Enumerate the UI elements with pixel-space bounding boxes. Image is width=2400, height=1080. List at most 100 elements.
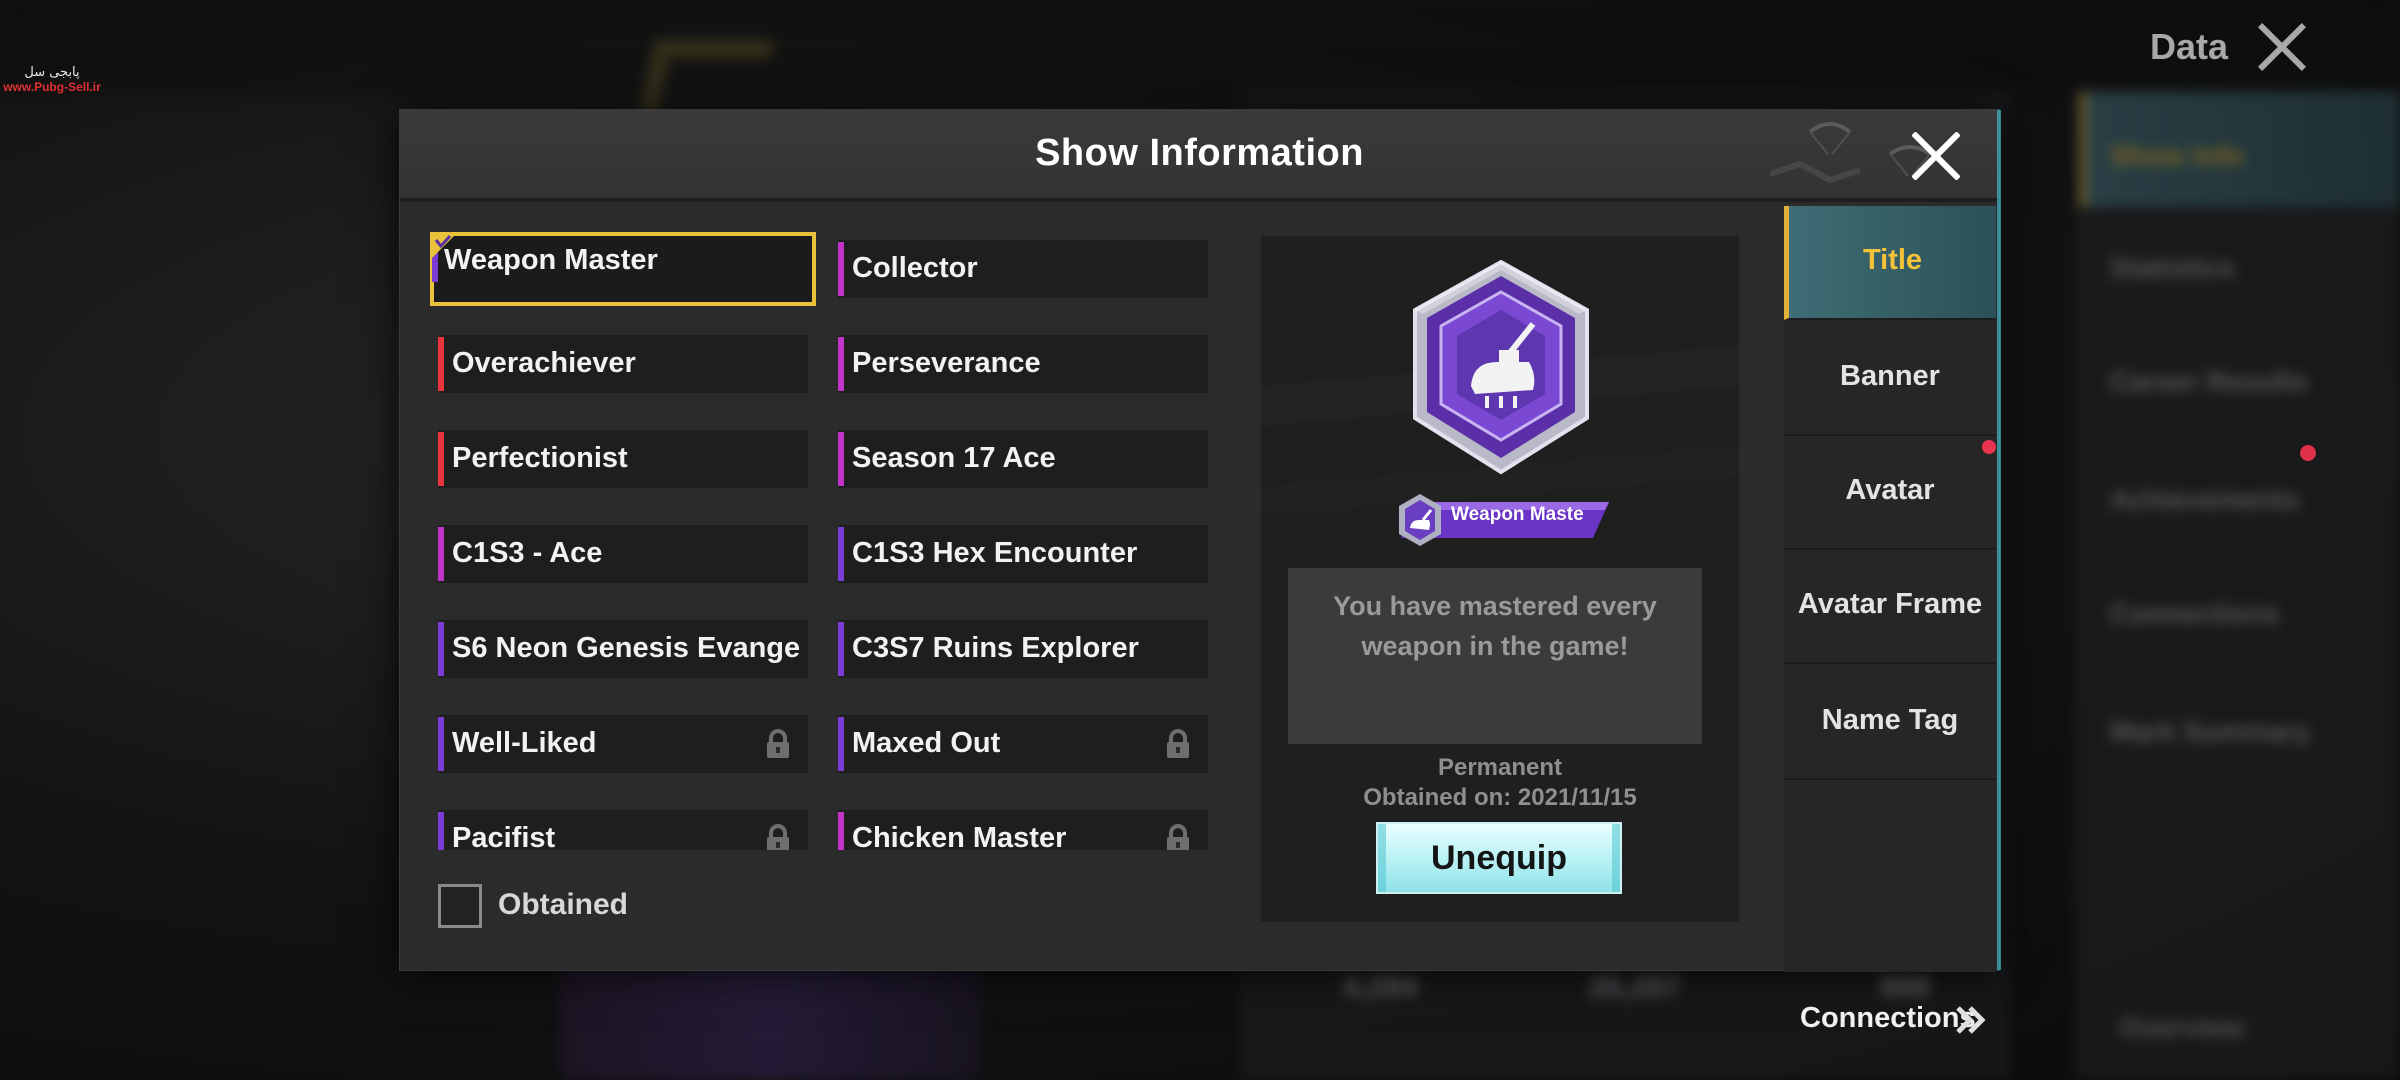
- background-topbar: [0, 0, 2400, 95]
- title-item[interactable]: Collector: [838, 240, 1208, 298]
- rarity-bar: [438, 432, 444, 486]
- title-item[interactable]: Overachiever: [438, 335, 808, 393]
- title-item-label: Pacifist: [452, 822, 556, 850]
- unequip-button[interactable]: Unequip: [1376, 822, 1622, 894]
- tab-name-tag[interactable]: Name Tag: [1784, 666, 1996, 780]
- weapon-master-badge-icon: [1413, 259, 1589, 475]
- connections-label: Connections: [1800, 1002, 1976, 1034]
- background-sidebar-item: Achievements: [2110, 484, 2300, 515]
- weapon-master-small-icon: [1399, 494, 1441, 546]
- title-item-label: Overachiever: [452, 347, 636, 379]
- rarity-bar: [438, 717, 444, 771]
- title-item[interactable]: Pacifist: [438, 810, 808, 850]
- duration-text: Permanent: [1437, 754, 1563, 781]
- title-item-label: Perfectionist: [452, 442, 628, 474]
- title-item-label: C1S3 - Ace: [452, 537, 603, 569]
- background-sidebar-item: Show Info: [2110, 140, 2244, 171]
- title-item[interactable]: Maxed Out: [838, 715, 1208, 773]
- title-item[interactable]: C1S3 - Ace: [438, 525, 808, 583]
- title-item[interactable]: S6 Neon Genesis Evange: [438, 620, 808, 678]
- background-sidebar-item: Statistics: [2110, 252, 2235, 283]
- background-character-legs: [560, 960, 980, 1080]
- dialog-header: Show Information: [400, 110, 1999, 202]
- background-sidebar: [2075, 90, 2400, 1080]
- title-ribbon: Weapon Maste: [1397, 494, 1609, 546]
- watermark: پابجی سل www.Pubg-Sell.ir: [2, 65, 102, 95]
- title-item-label: Season 17 Ace: [852, 442, 1056, 474]
- title-item-label: C3S7 Ruins Explorer: [852, 632, 1139, 664]
- background-close-icon[interactable]: [2255, 20, 2309, 74]
- category-tabs: Title Banner Avatar Avatar Frame Name Ta…: [1784, 206, 1996, 1034]
- obtained-date: Obtained on: 2021/11/15: [1363, 784, 1637, 811]
- title-item[interactable]: Chicken Master: [838, 810, 1208, 850]
- title-item-label: Chicken Master: [852, 822, 1067, 850]
- title-item[interactable]: Season 17 Ace: [838, 430, 1208, 488]
- tab-label: Avatar Frame: [1797, 588, 1983, 620]
- title-item[interactable]: C1S3 Hex Encounter: [838, 525, 1208, 583]
- obtained-checkbox[interactable]: [438, 884, 482, 928]
- title-item-label: C1S3 Hex Encounter: [852, 537, 1138, 569]
- tab-label: Title: [1862, 244, 1923, 276]
- watermark-url: www.Pubg-Sell.ir: [3, 80, 101, 94]
- background-stat: 26,287: [1589, 970, 1681, 1003]
- title-detail-panel: Weapon Maste You have mastered every wea…: [1261, 236, 1739, 922]
- title-item-label: S6 Neon Genesis Evange: [452, 632, 801, 664]
- title-item[interactable]: Well-Liked: [438, 715, 808, 773]
- tab-title[interactable]: Title: [1784, 206, 1996, 320]
- lock-icon: [767, 729, 789, 758]
- tab-label: Name Tag: [1821, 704, 1959, 736]
- title-item[interactable]: Weapon Master: [430, 232, 816, 306]
- background-stat: 888: [1879, 970, 1931, 1003]
- rarity-bar: [438, 527, 444, 581]
- background-sidebar-item: Career Results: [2110, 366, 2308, 397]
- rarity-bar: [438, 812, 444, 850]
- lock-icon: [767, 824, 789, 850]
- equipped-check-icon: [430, 232, 458, 260]
- rarity-bar: [838, 717, 844, 771]
- background-sidebar-item: Connections: [2110, 598, 2280, 629]
- tab-avatar[interactable]: Avatar: [1784, 436, 1996, 550]
- double-chevron-right-icon: [1956, 1006, 1986, 1034]
- lock-icon: [1167, 824, 1189, 850]
- rarity-bar: [838, 527, 844, 581]
- dialog-accent-edge: [1997, 110, 2001, 970]
- unequip-label: Unequip: [1431, 839, 1567, 877]
- background-title: Data: [2150, 26, 2229, 67]
- title-item-label: Weapon Master: [444, 244, 658, 276]
- notification-dot-icon: [2300, 445, 2316, 461]
- game-screen: Show Info Statistics Career Results Achi…: [0, 0, 2400, 1080]
- title-item-label: Well-Liked: [452, 727, 597, 759]
- tab-avatar-frame[interactable]: Avatar Frame: [1784, 550, 1996, 664]
- background-overview: Overview: [2120, 1012, 2245, 1043]
- title-item[interactable]: Perseverance: [838, 335, 1208, 393]
- background-sidebar-item: Mark Summary: [2110, 716, 2311, 747]
- lock-icon: [1167, 729, 1189, 758]
- notification-dot-icon: [1982, 440, 1996, 454]
- close-icon[interactable]: [1908, 128, 1964, 184]
- show-information-dialog: Show Information Weapon Master Collector O…: [399, 109, 2001, 1034]
- obtained-label: Obtained: [498, 888, 629, 921]
- rarity-bar: [838, 812, 844, 850]
- rarity-bar: [438, 622, 444, 676]
- title-item-label: Collector: [852, 252, 978, 284]
- rarity-bar: [838, 622, 844, 676]
- watermark-line: پابجی سل: [24, 65, 80, 80]
- tab-label: Banner: [1840, 360, 1940, 392]
- tab-banner[interactable]: Banner: [1784, 322, 1996, 436]
- ribbon-title-text: Weapon Maste: [1451, 504, 1584, 525]
- title-item[interactable]: C3S7 Ruins Explorer: [838, 620, 1208, 678]
- rarity-bar: [838, 337, 844, 391]
- rarity-bar: [438, 337, 444, 391]
- description-box: You have mastered every weapon in the ga…: [1288, 568, 1702, 744]
- rarity-bar: [838, 432, 844, 486]
- title-item-label: Perseverance: [852, 347, 1041, 379]
- title-item-label: Maxed Out: [852, 727, 1001, 759]
- title-item[interactable]: Perfectionist: [438, 430, 808, 488]
- rarity-bar: [838, 242, 844, 296]
- background-stat: 4,284: [1342, 970, 1418, 1003]
- tab-label: Avatar: [1845, 474, 1935, 506]
- title-description: You have mastered every weapon in the ga…: [1333, 591, 1657, 661]
- title-list: Weapon Master Collector Overachiever Persev…: [430, 232, 1218, 970]
- dialog-title: Show Information: [1035, 132, 1364, 174]
- connections-link[interactable]: Connections: [1784, 1002, 1996, 1062]
